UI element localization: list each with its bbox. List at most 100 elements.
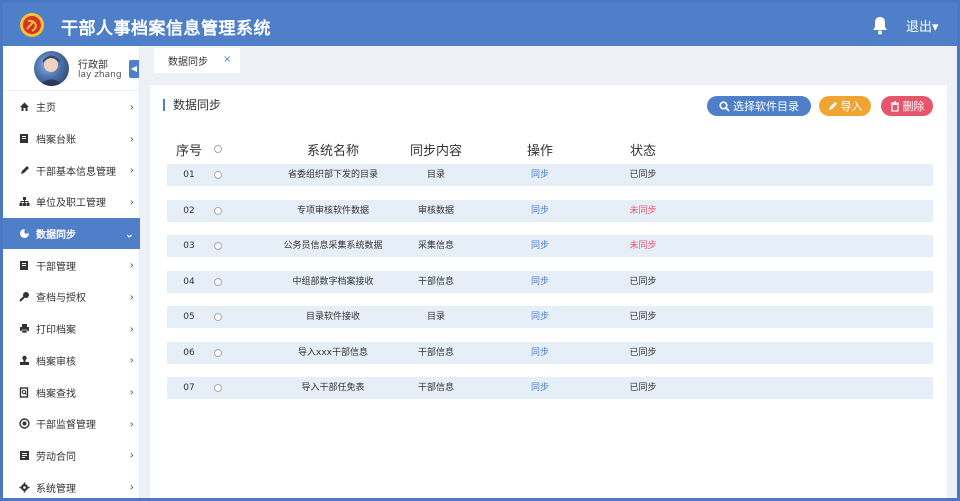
- chevron-right-icon: ›: [129, 448, 134, 462]
- import-button[interactable]: 导入: [819, 96, 871, 116]
- button-label: 导入: [840, 100, 863, 113]
- row-select-radio[interactable]: [214, 313, 222, 321]
- cell-status: 已同步: [629, 312, 657, 322]
- sidebar-item-label: 劳动合同: [36, 451, 76, 463]
- profile-name: lay zhang: [78, 70, 122, 80]
- chevron-right-icon: ›: [129, 353, 134, 367]
- table-row[interactable]: 02 专项审核软件数据 审核数据 同步 未同步: [167, 199, 933, 222]
- chevron-right-icon: ›: [129, 100, 134, 114]
- sync-link[interactable]: 同步: [505, 164, 575, 186]
- book-icon: [18, 259, 30, 271]
- chevron-right-icon: ›: [129, 385, 134, 399]
- close-icon[interactable]: ×: [223, 54, 231, 65]
- sidebar-item-archive-ledger[interactable]: 档案台账 ›: [3, 123, 140, 155]
- cell-index: 04: [183, 276, 195, 287]
- sidebar-item-label: 干部管理: [36, 261, 76, 273]
- sidebar-item-label: 干部基本信息管理: [36, 166, 116, 178]
- cell-status: 已同步: [629, 170, 657, 180]
- chevron-right-icon: ›: [129, 322, 134, 336]
- sidebar-item-unit-staff[interactable]: 单位及职工管理 ›: [3, 186, 140, 218]
- bell-icon[interactable]: [871, 15, 889, 35]
- table-row[interactable]: 07 导入干部任免表 干部信息 同步 已同步: [167, 377, 933, 399]
- cell-status: 已同步: [629, 383, 657, 393]
- sync-link[interactable]: 同步: [505, 271, 575, 293]
- sidebar-item-label: 档案查找: [36, 388, 76, 400]
- chevron-right-icon: ›: [129, 417, 134, 431]
- search-doc-icon: [18, 386, 30, 398]
- select-software-directory-button[interactable]: 选择软件目录: [707, 96, 811, 116]
- chevron-right-icon: ›: [129, 163, 134, 177]
- cell-status: 已同步: [629, 347, 657, 358]
- key-icon: [18, 291, 30, 303]
- sidebar-item-label: 主页: [36, 103, 56, 115]
- sync-link[interactable]: 同步: [505, 377, 575, 399]
- table-row[interactable]: 03 公务员信息采集系统数据 采集信息 同步 未同步: [167, 235, 933, 257]
- sidebar-collapse-button[interactable]: ◀: [129, 60, 139, 78]
- chevron-down-icon: ⌄: [124, 227, 134, 241]
- button-label: 选择软件目录: [733, 100, 799, 113]
- logout-button[interactable]: 退出▾: [906, 16, 939, 35]
- table-row[interactable]: 01 省委组织部下发的目录 目录 同步 已同步: [167, 164, 933, 186]
- row-select-radio[interactable]: [214, 277, 222, 286]
- sidebar-item-cadre-management[interactable]: 干部管理 ›: [3, 249, 140, 281]
- sidebar-item-label: 查档与授权: [36, 293, 86, 305]
- select-all-radio[interactable]: [214, 145, 222, 153]
- sidebar-item-label: 单位及职工管理: [36, 198, 106, 210]
- table-row[interactable]: 05 目录软件接收 目录 同步 已同步: [167, 306, 933, 328]
- cell-sync-content: 干部信息: [417, 347, 454, 358]
- cell-status: 已同步: [629, 276, 657, 287]
- sync-link[interactable]: 同步: [505, 235, 575, 257]
- sidebar-item-cadre-basic-info[interactable]: 干部基本信息管理 ›: [3, 154, 140, 186]
- table-row[interactable]: 04 中组部数字档案接收 干部信息 同步 已同步: [167, 270, 933, 293]
- sidebar-item-label: 系统管理: [36, 483, 76, 495]
- chevron-right-icon: ›: [129, 132, 134, 146]
- delete-button[interactable]: 删除: [881, 96, 933, 116]
- cell-sync-content: 采集信息: [417, 241, 454, 251]
- home-icon: [18, 101, 30, 113]
- column-header-status: 状态: [629, 144, 656, 159]
- sync-link[interactable]: 同步: [505, 200, 575, 222]
- button-label: 删除: [902, 100, 925, 113]
- sidebar-item-system-management[interactable]: 系统管理 ›: [3, 471, 140, 498]
- stamp-icon: [18, 354, 30, 366]
- sidebar-item-label: 档案台账: [36, 135, 76, 147]
- trash-icon: [890, 100, 899, 112]
- cell-sync-content: 干部信息: [417, 383, 454, 393]
- row-select-radio[interactable]: [214, 171, 222, 179]
- sidebar-item-access-authorization[interactable]: 查档与授权 ›: [3, 281, 140, 313]
- sidebar-item-home[interactable]: 主页 ›: [3, 91, 140, 123]
- app-title: 干部人事档案信息管理系统: [61, 19, 271, 39]
- chevron-right-icon: ›: [129, 258, 134, 272]
- sitemap-icon: [18, 196, 30, 208]
- sync-link[interactable]: 同步: [505, 342, 575, 364]
- sidebar-item-data-sync[interactable]: 数据同步 ⌄: [3, 217, 140, 250]
- eye-icon: [18, 418, 30, 430]
- edit-icon: [828, 102, 837, 110]
- sidebar-item-archive-review[interactable]: 档案审核 ›: [3, 345, 140, 377]
- row-select-radio[interactable]: [214, 242, 222, 250]
- party-emblem-icon: [20, 13, 44, 37]
- row-select-radio[interactable]: [214, 384, 222, 392]
- column-header-index: 序号: [175, 144, 202, 159]
- table-row[interactable]: 06 导入xxx干部信息 干部信息 同步 已同步: [167, 341, 933, 364]
- row-select-radio[interactable]: [214, 348, 222, 357]
- chevron-right-icon: ›: [129, 480, 134, 494]
- sidebar-item-label: 档案审核: [36, 356, 76, 368]
- user-profile: 行政部 lay zhang ◀: [3, 46, 140, 91]
- tab-data-sync[interactable]: 数据同步 ×: [154, 48, 240, 73]
- sync-link[interactable]: 同步: [505, 306, 575, 328]
- sidebar-item-label: 数据同步: [36, 230, 76, 242]
- table-header: 序号 系统名称 同步内容 操作 状态: [167, 140, 933, 160]
- cell-sync-content: 目录: [426, 312, 445, 322]
- sidebar-item-cadre-supervision[interactable]: 干部监督管理 ›: [3, 408, 140, 440]
- cell-index: 07: [183, 383, 195, 393]
- row-select-radio[interactable]: [214, 206, 222, 215]
- sidebar-item-print-archive[interactable]: 打印档案 ›: [3, 313, 140, 345]
- contract-icon: [18, 449, 30, 461]
- sidebar-item-archive-search[interactable]: 档案查找 ›: [3, 376, 140, 408]
- top-header: 干部人事档案信息管理系统 退出▾: [3, 3, 957, 46]
- column-header-content: 同步内容: [409, 144, 462, 159]
- search-icon: [719, 100, 730, 112]
- cell-index: 03: [183, 241, 195, 251]
- sidebar-item-labor-contract[interactable]: 劳动合同 ›: [3, 440, 140, 472]
